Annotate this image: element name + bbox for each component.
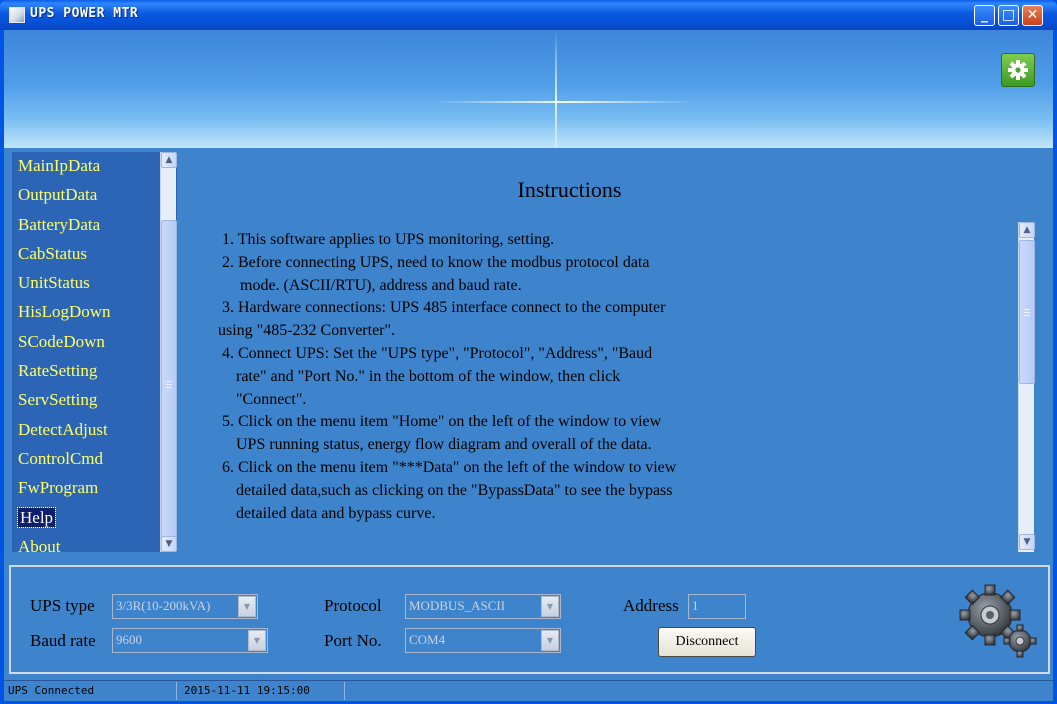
status-datetime: 2015-11-11 19:15:00 (184, 684, 310, 697)
instruction-line: UPS running status, energy flow diagram … (236, 436, 652, 454)
address-value: 1 (692, 598, 699, 613)
address-label: Address (623, 596, 679, 615)
nav-sidebar: MainIpData OutputData BatteryData CabStatus… (12, 152, 177, 556)
instruction-line: detailed data and bypass curve. (236, 504, 436, 522)
banner-gleam (434, 101, 694, 103)
settings-button[interactable] (1001, 53, 1035, 87)
sidebar-item-label: RateSetting (18, 361, 98, 381)
sidebar-item-label: BatteryData (18, 214, 101, 234)
ups-type-select[interactable]: 3/3R(10-200kVA) ▼ (112, 594, 258, 619)
protocol-label: Protocol (324, 596, 382, 615)
sidebar-item-label: FwProgram (18, 478, 99, 498)
sidebar-item-label: HisLogDown (18, 302, 111, 322)
header-banner (4, 30, 1053, 148)
instruction-line: 3. Hardware connections: UPS 485 interfa… (222, 299, 666, 317)
sidebar-item-help[interactable]: Help (16, 504, 158, 533)
minimize-button[interactable]: _ (974, 5, 995, 26)
banner-gleam-vertical (555, 30, 557, 148)
sidebar-item-label: UnitStatus (18, 273, 90, 293)
sidebar-item-detectadjust[interactable]: DetectAdjust (18, 416, 158, 445)
sidebar-item-batterydata[interactable]: BatteryData (18, 211, 158, 240)
sidebar-item-cabstatus[interactable]: CabStatus (18, 240, 158, 269)
sidebar-scrollbar[interactable]: ▲ ▼ (160, 152, 177, 552)
disconnect-button[interactable]: Disconnect (658, 627, 756, 657)
protocol-value: MODBUS_ASCII (409, 598, 506, 613)
sidebar-scroll-thumb[interactable] (161, 220, 177, 552)
sidebar-item-hislogdown[interactable]: HisLogDown (18, 298, 158, 327)
sidebar-item-fwprogram[interactable]: FwProgram (18, 474, 158, 503)
chevron-down-icon[interactable]: ▼ (238, 596, 256, 617)
close-button[interactable]: ✕ (1022, 5, 1043, 26)
chevron-down-icon[interactable]: ▼ (541, 630, 559, 651)
sidebar-item-label: Help (16, 506, 57, 528)
sidebar-item-label: SCodeDown (18, 331, 105, 351)
port-label: Port No. (324, 631, 382, 650)
instruction-line: using "485-232 Converter". (218, 322, 396, 340)
sidebar-item-servsetting[interactable]: ServSetting (18, 386, 158, 415)
sidebar-item-scodedown[interactable]: SCodeDown (18, 328, 158, 357)
instruction-line: "Connect". (236, 390, 307, 408)
sidebar-item-label: DetectAdjust (18, 419, 108, 439)
sidebar-item-label: MainIpData (18, 156, 101, 175)
port-select[interactable]: COM4 ▼ (405, 628, 561, 653)
gears-icon (959, 584, 1037, 658)
title-bar[interactable]: UPS POWER MTR _ □ ✕ (0, 0, 1057, 30)
instruction-line: rate" and "Port No." in the bottom of th… (236, 367, 621, 385)
sidebar-item-label: OutputData (18, 185, 98, 205)
scroll-up-arrow-icon[interactable]: ▲ (1019, 222, 1035, 238)
instruction-line: mode. (ASCII/RTU), address and baud rate… (240, 276, 522, 294)
ups-type-value: 3/3R(10-200kVA) (116, 598, 211, 613)
ups-type-label: UPS type (30, 596, 95, 615)
scroll-down-arrow-icon[interactable]: ▼ (1019, 534, 1035, 550)
window-title: UPS POWER MTR (30, 6, 139, 21)
instruction-line: 5. Click on the menu item "Home" on the … (222, 413, 662, 431)
sidebar-item-outputdata[interactable]: OutputData (18, 181, 158, 210)
port-value: COM4 (409, 632, 446, 647)
content-scrollbar[interactable]: ▲ ▼ (1018, 222, 1035, 552)
sidebar-item-about[interactable]: About (18, 533, 158, 562)
instruction-line: 4. Connect UPS: Set the "UPS type", "Pro… (222, 344, 653, 362)
sidebar-item-label: ServSetting (18, 390, 98, 410)
gear-icon (1008, 60, 1028, 80)
sidebar-item-unitstatus[interactable]: UnitStatus (18, 269, 158, 298)
page-title: Instructions (517, 177, 622, 202)
instruction-line: 2. Before connecting UPS, need to know t… (222, 253, 650, 271)
address-field[interactable]: 1 (688, 594, 746, 619)
chevron-down-icon[interactable]: ▼ (541, 596, 559, 617)
status-divider (344, 682, 345, 700)
connection-status: UPS Connected (8, 684, 95, 697)
status-bar: UPS Connected 2015-11-11 19:15:00 (4, 680, 1053, 701)
sidebar-item-label: ControlCmd (18, 448, 104, 468)
sidebar-item-controlcmd[interactable]: ControlCmd (18, 445, 158, 474)
status-divider (176, 682, 177, 700)
instructions-text: 1. This software applies to UPS monitori… (218, 229, 812, 525)
scroll-down-arrow-icon[interactable]: ▼ (161, 536, 177, 552)
nav-list: MainIpData OutputData BatteryData CabStatus… (16, 152, 158, 562)
sidebar-item-ratesetting[interactable]: RateSetting (18, 357, 158, 386)
app-window: UPS POWER MTR _ □ ✕ MainIpData OutputDat… (0, 0, 1057, 704)
app-icon (9, 7, 25, 23)
protocol-select[interactable]: MODBUS_ASCII ▼ (405, 594, 561, 619)
instructions-panel: Instructions 1. This software applies to… (182, 152, 1039, 552)
scroll-up-arrow-icon[interactable]: ▲ (161, 152, 177, 168)
sidebar-item-label: About (18, 536, 61, 556)
maximize-button[interactable]: □ (998, 5, 1019, 26)
content-scroll-thumb[interactable] (1019, 240, 1035, 384)
connection-settings-panel: UPS type 3/3R(10-200kVA) ▼ Protocol MODB… (9, 565, 1050, 674)
baud-rate-label: Baud rate (30, 631, 96, 650)
instruction-line: 6. Click on the menu item "***Data" on t… (222, 458, 677, 476)
baud-rate-value: 9600 (116, 632, 142, 647)
instruction-line: 1. This software applies to UPS monitori… (222, 231, 555, 248)
sidebar-item-label: CabStatus (18, 243, 87, 263)
client-area: MainIpData OutputData BatteryData CabStatus… (4, 30, 1053, 700)
instruction-line: detailed data,such as clicking on the "B… (236, 481, 673, 499)
baud-rate-select[interactable]: 9600 ▼ (112, 628, 268, 653)
sidebar-item-mainipdata[interactable]: MainIpData (18, 152, 158, 181)
chevron-down-icon[interactable]: ▼ (248, 630, 266, 651)
